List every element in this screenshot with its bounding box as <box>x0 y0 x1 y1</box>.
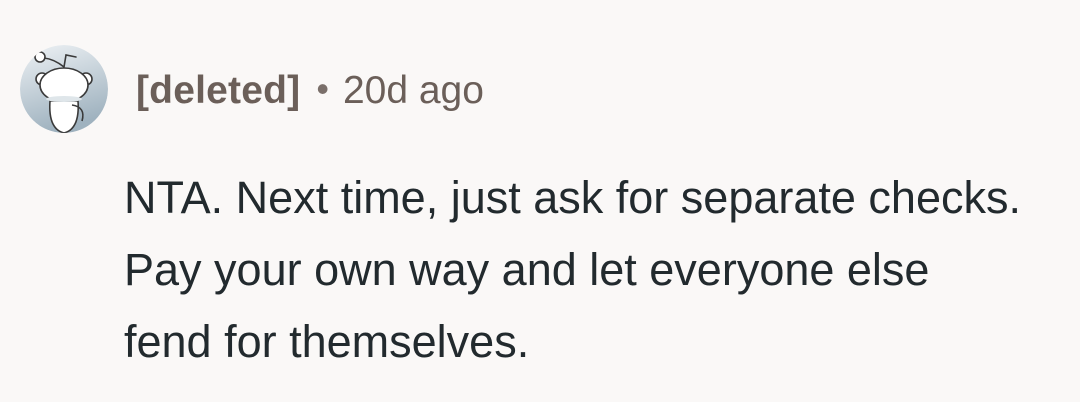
comment-timestamp: 20d ago <box>342 69 484 112</box>
avatar[interactable] <box>20 45 108 133</box>
meta-separator: • <box>316 68 329 109</box>
comment-meta: [deleted] • 20d ago <box>136 66 484 116</box>
comment-author[interactable]: [deleted] <box>136 69 300 113</box>
comment-body: NTA. Next time, just ask for separate ch… <box>124 172 1021 367</box>
comment: [deleted] • 20d ago NTA. Next time, just… <box>0 0 1080 402</box>
reddit-snoo-icon <box>20 45 108 133</box>
